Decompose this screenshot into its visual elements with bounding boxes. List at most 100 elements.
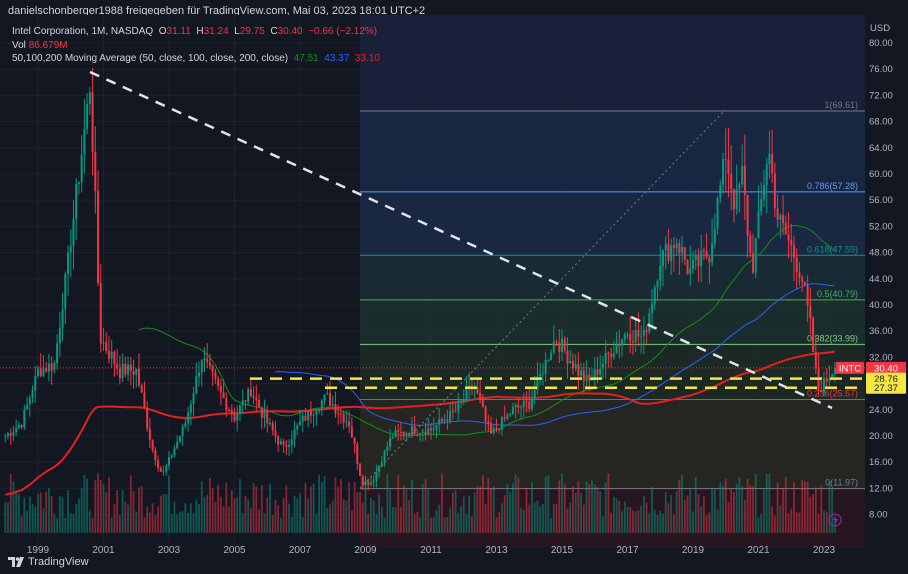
volume-bar	[653, 510, 656, 533]
volume-bar	[48, 488, 50, 533]
candle-body	[449, 410, 452, 422]
candle-body	[580, 370, 583, 376]
volume-bar	[200, 481, 203, 533]
volume-bar	[675, 490, 678, 533]
volume-bar	[596, 487, 599, 533]
volume-bar	[607, 473, 610, 533]
candle-body	[6, 433, 9, 437]
candle-body	[465, 389, 468, 400]
ma-label[interactable]: 50,100,200 Moving Average (50, close, 10…	[12, 53, 288, 64]
candle-body	[607, 352, 610, 354]
volume-bar	[591, 480, 593, 533]
candle-body	[345, 421, 348, 423]
candle-body	[692, 259, 694, 269]
volume-bar	[187, 512, 190, 533]
candle-body	[661, 250, 664, 266]
ma50-value: 47.51	[293, 53, 319, 64]
candle-body	[252, 396, 255, 398]
candle-body	[192, 393, 195, 404]
candle-body	[443, 420, 446, 422]
candle-body	[178, 435, 181, 442]
candle-body	[530, 398, 533, 409]
volume-bar	[834, 517, 836, 533]
tradingview-logo[interactable]: TradingView	[8, 556, 89, 568]
volume-bar	[353, 482, 356, 533]
volume-bar	[78, 498, 80, 533]
volume-bar	[424, 478, 427, 533]
volume-bar	[683, 499, 686, 533]
candle-body	[604, 352, 607, 364]
volume-bar	[441, 473, 443, 533]
volume-bar	[263, 513, 266, 533]
volume-bar	[574, 492, 577, 533]
candle-body	[825, 378, 828, 382]
candle-body	[615, 344, 618, 354]
candle-body	[678, 243, 681, 254]
volume-bar	[730, 488, 733, 533]
volume-bar	[28, 496, 31, 533]
candle-body	[623, 334, 626, 340]
candle-body	[110, 351, 113, 359]
candle-body	[683, 247, 686, 261]
candle-body	[561, 338, 563, 352]
candle-body	[50, 363, 53, 371]
ma200-value: 33.10	[354, 53, 380, 64]
volume-bar	[416, 511, 419, 533]
volume-bar	[15, 490, 18, 533]
candle-body	[779, 215, 782, 220]
candle-body	[430, 428, 432, 431]
volume-bar	[547, 475, 550, 533]
volume-bar	[525, 487, 528, 533]
volume-bar	[9, 474, 12, 533]
volume-bar	[394, 507, 397, 533]
candle-body	[181, 426, 184, 436]
price-tick-label: 60.00	[869, 169, 893, 180]
volume-label[interactable]: Vol	[12, 40, 26, 51]
volume-bar	[495, 517, 498, 533]
candle-body	[694, 255, 697, 260]
candle-body	[99, 283, 102, 344]
volume-bar	[645, 502, 648, 533]
candle-body	[479, 392, 482, 401]
volume-bar	[219, 497, 222, 533]
candle-body	[348, 421, 351, 427]
volume-bar	[67, 490, 69, 533]
candle-body	[159, 467, 162, 472]
symbol-info[interactable]: Intel Corporation, 1M, NASDAQ	[12, 26, 153, 37]
volume-bar	[170, 513, 173, 533]
candle-body	[75, 183, 78, 220]
volume-bar	[793, 482, 795, 533]
volume-bar	[342, 499, 345, 533]
candle-body	[424, 431, 427, 435]
volume-bar	[217, 484, 220, 533]
candle-body	[716, 197, 719, 230]
price-tick-label: 48.00	[869, 248, 893, 259]
candle-body	[127, 364, 130, 375]
candle-body	[732, 189, 735, 210]
candle-body	[672, 245, 675, 249]
candle-body	[312, 414, 315, 416]
candle-body	[88, 92, 91, 104]
volume-bar	[42, 508, 45, 533]
volume-bar	[331, 500, 334, 533]
candle-body	[211, 365, 214, 373]
candle-body	[329, 393, 332, 406]
price-tick-label: 20.00	[869, 431, 893, 442]
candle-body	[440, 418, 443, 421]
volume-bar	[757, 517, 760, 533]
candle-body	[408, 433, 411, 436]
candle-body	[596, 369, 599, 376]
volume-bar	[165, 494, 168, 533]
candle-body	[539, 373, 542, 377]
volume-bar	[282, 497, 285, 533]
fib-zone	[360, 344, 865, 400]
price-tick-label: 64.00	[869, 143, 893, 154]
price-chart[interactable]: 1(69.61)0.786(57.28)0.618(47.59)0.5(40.7…	[0, 15, 908, 555]
volume-bar	[711, 489, 714, 533]
candle-body	[296, 425, 299, 430]
volume-bar	[269, 483, 271, 533]
volume-bar	[323, 476, 326, 533]
volume-bar	[801, 479, 804, 533]
volume-bar	[457, 512, 460, 533]
candle-body	[814, 351, 817, 369]
